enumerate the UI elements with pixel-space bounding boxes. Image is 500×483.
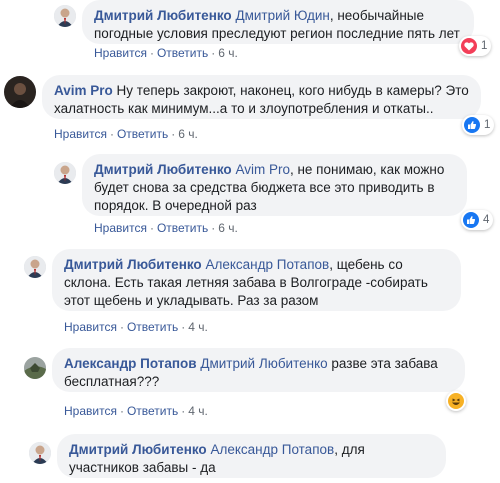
reaction-count[interactable]: 4	[461, 210, 494, 230]
comment-bubble: Avim Pro Ну теперь закроют, наконец, ког…	[42, 75, 481, 119]
mention-link[interactable]: Дмитрий Юдин	[235, 8, 329, 23]
comment-author[interactable]: Дмитрий Любитенко	[94, 162, 232, 177]
comment-text: Ну теперь закроют, наконец, кого нибудь …	[54, 83, 469, 116]
like-button[interactable]: Нравится	[64, 320, 117, 334]
avatar[interactable]	[54, 5, 76, 27]
reply-button[interactable]: Ответить	[127, 320, 178, 334]
reply-button[interactable]: Ответить	[157, 221, 208, 235]
comment-author[interactable]: Avim Pro	[54, 83, 113, 98]
like-button[interactable]: Нравится	[94, 46, 147, 60]
user-photo-icon	[24, 256, 46, 278]
timestamp[interactable]: 4 ч.	[188, 320, 208, 334]
reaction-count[interactable]: 1	[462, 115, 495, 135]
mention-link[interactable]: Александр Потапов	[210, 442, 334, 457]
comment-author[interactable]: Дмитрий Любитенко	[64, 257, 202, 272]
reply-button[interactable]: Ответить	[117, 127, 168, 141]
reaction-number: 1	[484, 119, 491, 131]
timestamp[interactable]: 6 ч.	[178, 127, 198, 141]
avatar[interactable]	[54, 162, 76, 184]
timestamp[interactable]: 6 ч.	[218, 221, 238, 235]
reaction-count[interactable]: 1	[459, 36, 492, 56]
user-photo-icon	[4, 76, 36, 108]
comment-bubble: Дмитрий Любитенко Александр Потапов, щеб…	[52, 249, 461, 311]
user-photo-icon	[54, 5, 76, 27]
reaction-count[interactable]	[446, 391, 466, 411]
haha-icon	[448, 393, 464, 409]
love-icon	[461, 38, 477, 54]
reaction-number: 4	[483, 214, 490, 226]
user-photo-icon	[29, 442, 51, 464]
comment-actions: Нравится · Ответить · 4 ч.	[64, 404, 208, 418]
comment-author[interactable]: Александр Потапов	[64, 356, 197, 371]
avatar[interactable]	[24, 256, 46, 278]
avatar[interactable]	[29, 442, 51, 464]
comment-author[interactable]: Дмитрий Любитенко	[69, 442, 207, 457]
comment-bubble: Дмитрий Любитенко Avim Pro, не понимаю, …	[82, 154, 467, 216]
timestamp[interactable]: 6 ч.	[218, 46, 238, 60]
mention-link[interactable]: Avim Pro	[235, 162, 290, 177]
like-button[interactable]: Нравится	[54, 127, 107, 141]
comment-author[interactable]: Дмитрий Любитенко	[94, 8, 232, 23]
avatar[interactable]	[24, 357, 46, 379]
like-button[interactable]: Нравится	[94, 221, 147, 235]
like-icon	[464, 117, 480, 133]
reply-button[interactable]: Ответить	[157, 46, 208, 60]
timestamp[interactable]: 4 ч.	[188, 404, 208, 418]
comment-actions: Нравится · Ответить · 6 ч.	[94, 46, 238, 60]
reply-button[interactable]: Ответить	[127, 404, 178, 418]
reaction-number: 1	[481, 40, 488, 52]
comment-bubble: Дмитрий Любитенко Дмитрий Юдин, необычай…	[82, 0, 474, 44]
comment-bubble: Дмитрий Любитенко Александр Потапов, для…	[57, 434, 446, 478]
comment-actions: Нравится · Ответить · 6 ч.	[94, 221, 238, 235]
user-photo-icon	[24, 357, 46, 379]
avatar[interactable]	[4, 76, 36, 108]
comment-bubble: Александр Потапов Дмитрий Любитенко разв…	[52, 348, 465, 392]
mention-link[interactable]: Александр Потапов	[205, 257, 329, 272]
user-photo-icon	[54, 162, 76, 184]
mention-link[interactable]: Дмитрий Любитенко	[200, 356, 327, 371]
like-icon	[463, 212, 479, 228]
comment-actions: Нравится · Ответить · 4 ч.	[64, 320, 208, 334]
like-button[interactable]: Нравится	[64, 404, 117, 418]
comment-actions: Нравится · Ответить · 6 ч.	[54, 127, 198, 141]
